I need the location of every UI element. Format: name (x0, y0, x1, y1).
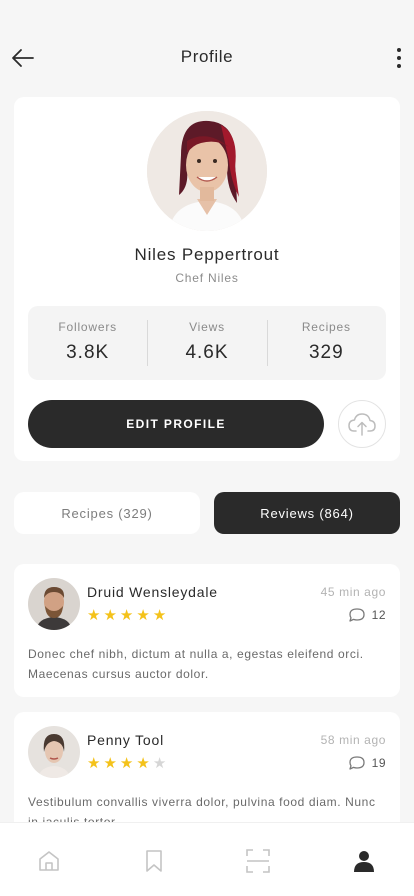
nav-bookmarks[interactable] (140, 847, 168, 875)
page-title: Profile (180, 47, 234, 66)
stat-recipes[interactable]: Recipes 329 (266, 306, 386, 380)
reviewer-avatar[interactable] (28, 726, 80, 778)
profile-avatar[interactable] (147, 111, 267, 231)
rating-stars: ★ ★ ★ ★ ★ (87, 756, 166, 771)
upload-button[interactable] (338, 400, 386, 448)
star-filled-icon: ★ (87, 755, 101, 772)
nav-scan[interactable] (244, 847, 272, 875)
rating-stars: ★ ★ ★ ★ ★ (87, 608, 166, 623)
profile-stats: Followers 3.8K Views 4.6K Recipes 329 (28, 306, 386, 380)
tab-reviews[interactable]: Reviews (864) (214, 492, 400, 534)
cloud-upload-icon (348, 413, 376, 436)
comment-count: 19 (371, 756, 386, 770)
stat-label: Followers (58, 320, 117, 334)
stat-views[interactable]: Views 4.6K (147, 306, 266, 380)
nav-profile[interactable] (350, 847, 378, 875)
scan-icon (246, 849, 270, 873)
reviewer-name[interactable]: Druid Wensleydale (87, 584, 218, 600)
bookmark-icon (146, 850, 162, 872)
reviewer-name[interactable]: Penny Tool (87, 732, 164, 748)
comment-count: 12 (371, 608, 386, 622)
stat-label: Recipes (301, 320, 351, 334)
user-icon (354, 851, 374, 872)
stat-label: Views (189, 320, 225, 334)
bottom-nav (0, 822, 414, 896)
profile-role: Chef Niles (175, 271, 239, 285)
stat-value: 3.8K (66, 342, 110, 363)
home-icon (39, 851, 59, 871)
comments-button[interactable]: 12 (348, 607, 386, 623)
star-filled-icon: ★ (119, 755, 134, 772)
review-time: 45 min ago (320, 585, 386, 599)
star-filled-icon: ★ (152, 607, 167, 624)
top-bar: Profile (0, 0, 414, 100)
stat-value: 329 (308, 342, 344, 363)
comments-button[interactable]: 19 (348, 755, 386, 771)
star-filled-icon: ★ (136, 755, 150, 772)
star-filled-icon: ★ (119, 607, 134, 624)
profile-name: Niles Peppertrout (134, 245, 280, 264)
more-vertical-icon (397, 48, 401, 52)
stat-followers[interactable]: Followers 3.8K (28, 306, 147, 380)
tab-recipes[interactable]: Recipes (329) (14, 492, 200, 534)
star-filled-icon: ★ (103, 755, 117, 772)
stat-value: 4.6K (185, 342, 229, 363)
comment-icon (348, 756, 365, 770)
comment-icon (348, 608, 365, 622)
profile-card: Niles Peppertrout Chef Niles Followers 3… (14, 97, 400, 461)
star-empty-icon: ★ (152, 755, 167, 772)
review-card[interactable]: Druid Wensleydale 45 min ago ★ ★ ★ ★ ★ 1… (14, 564, 400, 697)
star-filled-icon: ★ (136, 607, 150, 624)
nav-home[interactable] (35, 847, 63, 875)
review-text: Donec chef nibh, dictum at nulla a, eges… (28, 647, 364, 681)
reviewer-avatar[interactable] (28, 578, 80, 630)
review-time: 58 min ago (320, 733, 386, 747)
edit-profile-button[interactable]: EDIT PROFILE (28, 400, 324, 448)
more-options-button[interactable] (392, 46, 406, 70)
star-filled-icon: ★ (87, 607, 101, 624)
star-filled-icon: ★ (103, 607, 117, 624)
